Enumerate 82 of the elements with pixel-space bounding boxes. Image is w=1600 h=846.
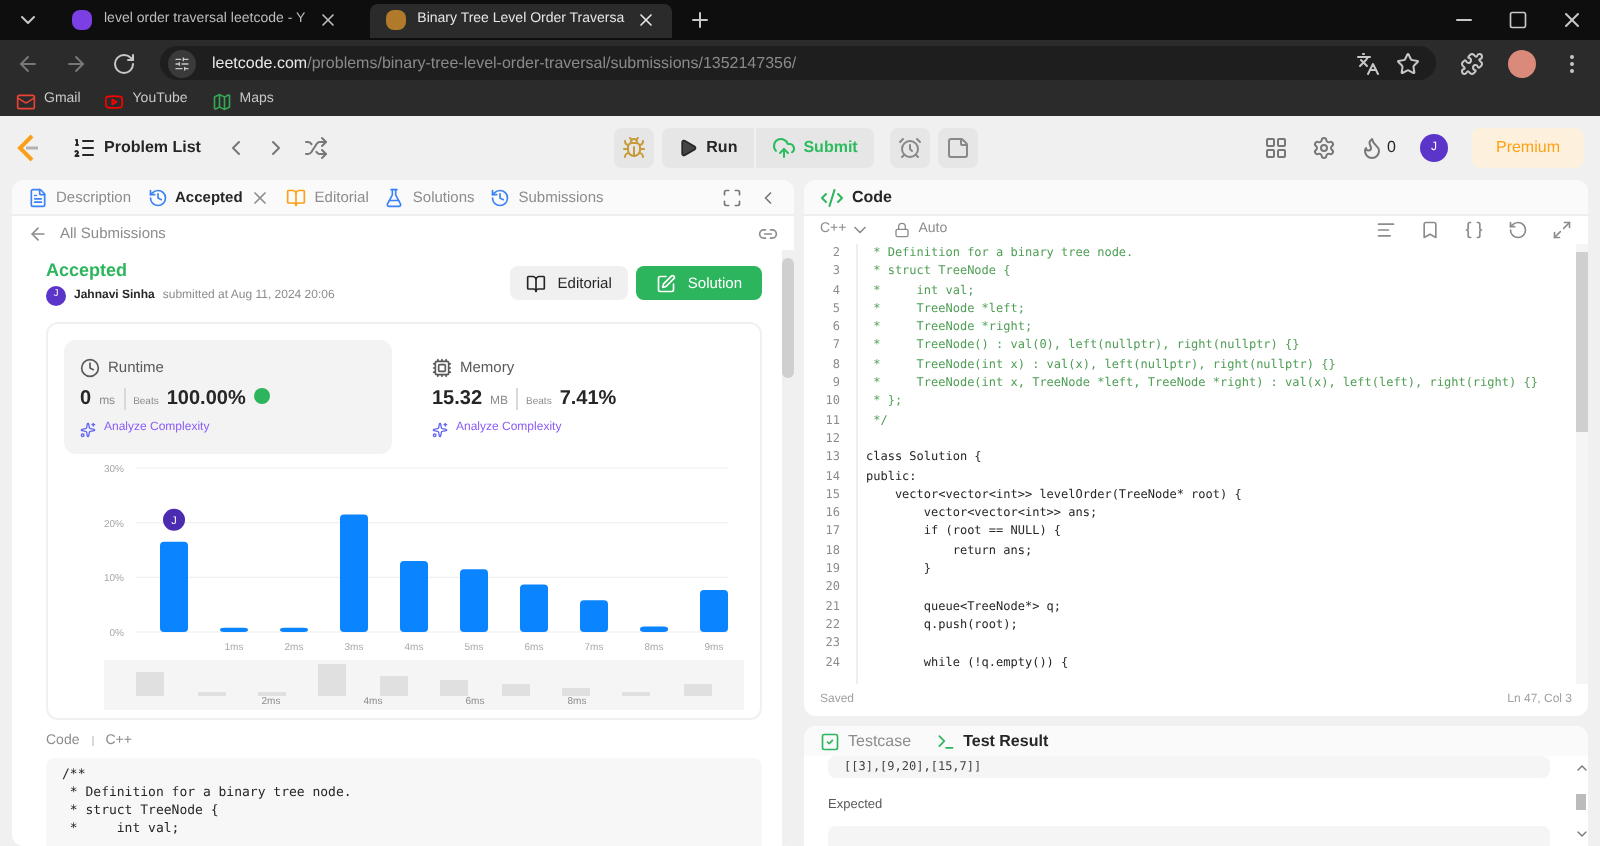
cloud-upload-icon	[771, 136, 796, 160]
histogram-bar	[220, 628, 248, 633]
settings-icon[interactable]	[1311, 136, 1336, 160]
close-icon[interactable]	[317, 10, 338, 30]
debug-button[interactable]	[614, 128, 655, 168]
video-play-icon	[104, 91, 125, 111]
history-icon	[490, 187, 511, 207]
histogram-bar	[460, 569, 488, 633]
run-button[interactable]: Run	[662, 128, 754, 168]
streak-counter[interactable]: 0	[1359, 136, 1396, 160]
translate-icon[interactable]	[1356, 51, 1380, 75]
format-icon[interactable]	[1376, 220, 1396, 240]
history-icon	[147, 187, 168, 207]
histogram-bar	[400, 561, 428, 633]
histogram-bar	[580, 600, 608, 633]
profile-avatar[interactable]	[1508, 49, 1536, 77]
problem-list-button[interactable]: Problem List	[72, 136, 201, 160]
link-icon[interactable]	[758, 223, 778, 243]
back-arrow-icon	[28, 223, 48, 243]
map-icon	[211, 91, 232, 111]
beats-value: 7.41%	[559, 386, 617, 415]
checkbox-icon	[820, 731, 840, 752]
note-icon	[945, 136, 970, 160]
sparkle-icon	[432, 421, 448, 438]
histogram-bar	[160, 542, 188, 633]
notes-button[interactable]	[937, 128, 978, 168]
book-icon	[525, 273, 546, 293]
expand-icon[interactable]	[1552, 220, 1572, 240]
chip-icon	[432, 357, 452, 378]
badge-icon	[253, 388, 270, 405]
braces-icon[interactable]	[1464, 220, 1484, 240]
terminal-icon	[935, 731, 956, 752]
close-icon[interactable]	[636, 10, 657, 30]
forward-icon[interactable]	[64, 51, 88, 75]
scrollbar-thumb[interactable]	[1576, 252, 1588, 432]
reload-icon[interactable]	[112, 51, 136, 75]
scrollbar-thumb[interactable]	[782, 258, 794, 378]
histogram-bar	[340, 514, 368, 633]
bug-icon	[622, 136, 647, 160]
shuffle-icon[interactable]	[304, 136, 329, 160]
histogram-bar	[280, 628, 308, 633]
flask-icon	[384, 187, 405, 207]
beats-value: 100.00%	[166, 386, 246, 415]
favicon-icon	[385, 10, 406, 30]
sparkle-icon	[80, 421, 96, 438]
histogram-bar	[520, 584, 548, 633]
alarm-clock-icon	[897, 136, 922, 160]
scrollbar-thumb[interactable]	[1576, 793, 1586, 810]
scroll-down-icon[interactable]	[1573, 826, 1588, 842]
sliders-icon	[174, 55, 190, 71]
document-icon	[28, 187, 48, 207]
maximize-icon[interactable]	[1508, 10, 1528, 30]
submission-status: Accepted	[46, 258, 130, 282]
flame-icon	[1359, 136, 1384, 160]
new-tab-icon[interactable]	[688, 8, 713, 32]
timer-button[interactable]	[889, 128, 930, 168]
reset-icon[interactable]	[1508, 220, 1528, 240]
code-icon	[820, 185, 844, 209]
close-icon[interactable]	[1560, 8, 1584, 32]
back-icon[interactable]	[16, 51, 40, 75]
site-info-button[interactable]	[168, 49, 196, 77]
favicon-icon	[72, 10, 92, 30]
stat-value: 0	[80, 386, 92, 415]
lock-icon	[894, 222, 911, 238]
play-icon	[678, 138, 699, 158]
histogram-bar	[640, 627, 668, 633]
stat-value: 15.32	[432, 386, 483, 415]
book-icon	[286, 187, 307, 207]
mail-icon	[16, 91, 36, 111]
fullscreen-icon[interactable]	[722, 187, 742, 207]
extensions-icon[interactable]	[1460, 51, 1484, 75]
panel-tab[interactable]: Test Result	[935, 729, 1049, 754]
list-icon	[72, 136, 96, 160]
bookmark-star-icon[interactable]	[1396, 51, 1420, 75]
edit-icon	[655, 273, 676, 293]
panel-title: Code	[852, 185, 892, 209]
bookmark-icon[interactable]	[1420, 220, 1440, 240]
url-text: leetcode.com/problems/binary-tree-level-order-traversal/submissions/1352147356/	[212, 51, 797, 75]
address-bar[interactable]: leetcode.com/problems/binary-tree-level-order-traversal/submissions/1352147356/	[160, 46, 1436, 80]
histogram-bar	[700, 590, 728, 633]
layout-icon[interactable]	[1263, 136, 1288, 160]
clock-icon	[80, 357, 100, 378]
